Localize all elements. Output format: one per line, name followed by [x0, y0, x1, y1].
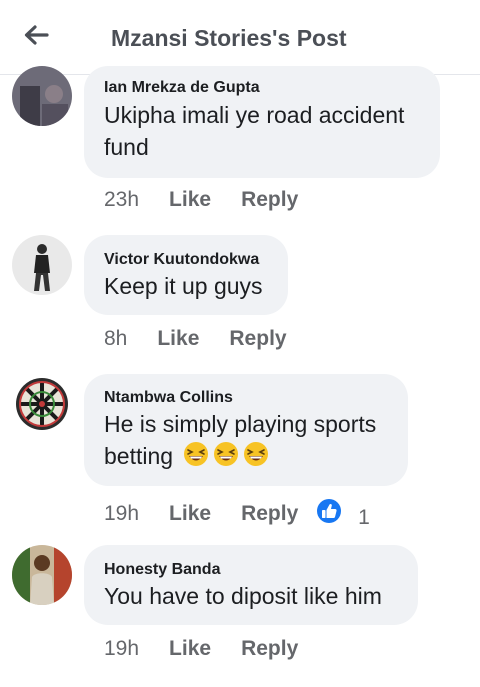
avatar[interactable]: [12, 235, 72, 295]
comment-timestamp: 8h: [104, 327, 128, 350]
like-button[interactable]: Like: [169, 188, 211, 212]
grinning-squinting-face-icon: [244, 442, 269, 466]
like-button[interactable]: Like: [157, 327, 199, 351]
like-reaction-icon: [317, 499, 342, 523]
comment-text-line: You have to diposit like him: [104, 583, 382, 609]
top-bar: Mzansi Stories's Post: [0, 0, 480, 75]
comment-actions: 19h Like Reply 1: [0, 498, 370, 530]
reply-button[interactable]: Reply: [229, 327, 286, 351]
comment-text-line: fund: [104, 134, 149, 160]
comment-actions: 19h Like Reply: [0, 637, 298, 661]
comment-author[interactable]: Victor Kuutondokwa: [104, 251, 268, 269]
like-button[interactable]: Like: [169, 502, 211, 526]
back-button[interactable]: [18, 20, 54, 50]
comment-timestamp: 19h: [104, 502, 140, 525]
page-title: Mzansi Stories's Post: [111, 25, 347, 51]
back-arrow-icon: [24, 25, 49, 45]
comment-timestamp: 23h: [104, 188, 140, 211]
comment-author[interactable]: Ian Mrekza de Gupta: [104, 79, 420, 97]
reply-button[interactable]: Reply: [241, 637, 298, 661]
reply-button[interactable]: Reply: [241, 502, 298, 526]
comment-text-line: Keep it up guys: [104, 273, 263, 299]
comment-timestamp: 19h: [104, 637, 140, 660]
reaction-summary[interactable]: 1: [316, 498, 370, 530]
avatar[interactable]: [12, 374, 72, 434]
comment-text-line: He is simply playing sports: [104, 411, 377, 437]
comment-text-line: Ukipha imali ye road accident: [104, 102, 405, 128]
reaction-count: 1: [358, 506, 370, 529]
comment-bubble: Victor Kuutondokwa Keep it up guys: [84, 235, 288, 315]
avatar[interactable]: [12, 545, 72, 605]
comment-bubble: Ntambwa Collins He is simply playing spo…: [84, 374, 408, 486]
comment-bubble: Honesty Banda You have to diposit like h…: [84, 545, 418, 625]
avatar[interactable]: [12, 66, 72, 126]
reply-button[interactable]: Reply: [241, 188, 298, 212]
comment-text-line: betting: [104, 443, 174, 469]
comment-actions: 8h Like Reply: [0, 327, 287, 351]
grinning-squinting-face-icon: [214, 442, 239, 466]
comment-bubble: Ian Mrekza de Gupta Ukipha imali ye road…: [84, 66, 440, 178]
comment-author[interactable]: Honesty Banda: [104, 561, 398, 579]
comment-actions: 23h Like Reply: [0, 188, 298, 212]
grinning-squinting-face-icon: [184, 442, 209, 466]
like-button[interactable]: Like: [169, 637, 211, 661]
comment-author[interactable]: Ntambwa Collins: [104, 389, 388, 407]
